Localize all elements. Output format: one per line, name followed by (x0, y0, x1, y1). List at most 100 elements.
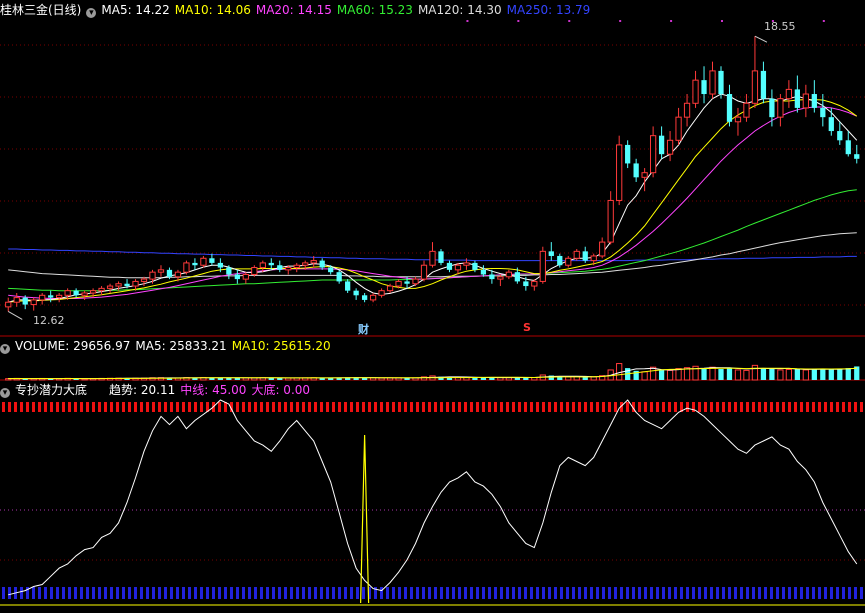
top-signal-bar (770, 402, 773, 412)
top-signal-bar (842, 402, 845, 412)
candle-body (514, 272, 520, 282)
candle-body (319, 260, 325, 268)
collapse-icon[interactable]: ▾ (0, 344, 10, 354)
candle-body (209, 258, 215, 263)
top-signal-bar (470, 402, 473, 412)
bottom-signal-bar (452, 587, 455, 599)
volume-label-2: MA10: 25615.20 (231, 339, 331, 353)
bottom-signal-bar (224, 587, 227, 599)
bottom-signal-bar (236, 587, 239, 599)
bottom-signal-bar (836, 587, 839, 599)
top-signal-bar (320, 402, 323, 412)
candle-body (98, 287, 105, 292)
indicator-name[interactable]: 专抄潜力大底 (15, 383, 87, 397)
bottom-signal-bar (194, 587, 197, 599)
candle-body (523, 281, 529, 287)
top-signal-bar (440, 402, 443, 412)
candlestick-chart[interactable] (0, 0, 865, 610)
candle-body (845, 140, 851, 155)
bottom-signal-bar (134, 587, 137, 599)
top-signal-bar (722, 402, 725, 412)
bottom-signal-bar (704, 587, 707, 599)
top-signal-bar (512, 402, 515, 412)
stock-title[interactable]: 桂林三金(日线) (0, 3, 81, 17)
price-legend: 桂林三金(日线) ▾ MA5: 14.22 MA10: 14.06 MA20: 14.1… (0, 1, 600, 19)
finance-marker[interactable]: 财 (358, 321, 369, 337)
bottom-signal-bar (680, 587, 683, 599)
top-signal-bar (158, 402, 161, 412)
bottom-signal-bar (770, 587, 773, 599)
top-signal-bar (662, 402, 665, 412)
candle-body (174, 271, 182, 278)
volume-bar (845, 368, 851, 380)
trend-line (8, 399, 858, 596)
bottom-signal-bar (248, 587, 251, 599)
volume-bar (718, 369, 724, 380)
bottom-signal-bar (620, 587, 623, 599)
bottom-signal-bar (50, 587, 53, 599)
volume-bar (217, 377, 224, 380)
bottom-signal-bar (38, 587, 41, 599)
candle-body (616, 144, 623, 201)
candle-body (124, 283, 130, 287)
bottom-signal-bar (566, 587, 569, 599)
sell-marker[interactable]: S (523, 321, 531, 334)
bottom-signal-bar (326, 587, 329, 599)
candle-body (751, 70, 759, 104)
bottom-signal-bar (212, 587, 215, 599)
bottom-signal-bar (98, 587, 101, 599)
ma-line-ma20 (8, 106, 857, 299)
bottom-signal-bar (596, 587, 599, 599)
bottom-signal-bar (242, 587, 245, 599)
bottom-signal-bar (440, 587, 443, 599)
signal-dot (568, 20, 571, 22)
candle-body (539, 250, 546, 282)
top-signal-bar (542, 402, 545, 412)
top-signal-bar (32, 402, 35, 412)
volume-bar (820, 369, 826, 380)
bottom-signal-bar (290, 587, 293, 599)
collapse-icon[interactable]: ▾ (86, 8, 97, 18)
collapse-icon[interactable]: ▾ (0, 388, 10, 398)
bottom-signal-bar (62, 587, 65, 599)
candle-body (497, 276, 504, 280)
top-signal-bar (848, 402, 851, 412)
bottom-signal-bar (578, 587, 581, 599)
candle-body (837, 131, 843, 141)
top-signal-bar (272, 402, 275, 412)
bottom-signal-bar (188, 587, 191, 599)
ma-label-5: MA250: 13.79 (506, 3, 591, 17)
candle-body (140, 278, 148, 282)
bottom-signal-bar (842, 587, 845, 599)
top-signal-bar (674, 402, 677, 412)
candle-body (769, 98, 775, 118)
ma-label-2: MA20: 14.15 (255, 3, 332, 17)
top-signal-bar (326, 402, 329, 412)
bottom-signal-bar (458, 587, 461, 599)
top-signal-bar (782, 402, 785, 412)
candle-body (683, 102, 691, 118)
volume-bar (811, 369, 817, 380)
top-signal-bar (38, 402, 41, 412)
bottom-signal-bar (662, 587, 665, 599)
top-signal-bar (716, 402, 719, 412)
candle-body (785, 88, 793, 100)
bottom-signal-bar (338, 587, 341, 599)
candle-body (718, 70, 724, 95)
top-signal-bar (812, 402, 815, 412)
indicator-label-2: 大底: 0.00 (251, 383, 311, 397)
top-signal-bar (188, 402, 191, 412)
candle-body (386, 285, 394, 292)
low-pointer (7, 311, 23, 320)
top-signal-bar (68, 402, 71, 412)
bottom-signal-bar (788, 587, 791, 599)
bottom-signal-bar (344, 587, 347, 599)
ma-label-0: MA5: 14.22 (101, 3, 170, 17)
volume-legend: ▾ VOLUME: 29656.97 MA5: 25833.21 MA10: 2561… (0, 337, 341, 355)
candle-body (5, 301, 12, 308)
bottom-signal-bar (602, 587, 605, 599)
top-signal-bar (836, 402, 839, 412)
candle-body (48, 295, 54, 298)
bottom-signal-bar (554, 587, 557, 599)
top-signal-bar (608, 402, 611, 412)
